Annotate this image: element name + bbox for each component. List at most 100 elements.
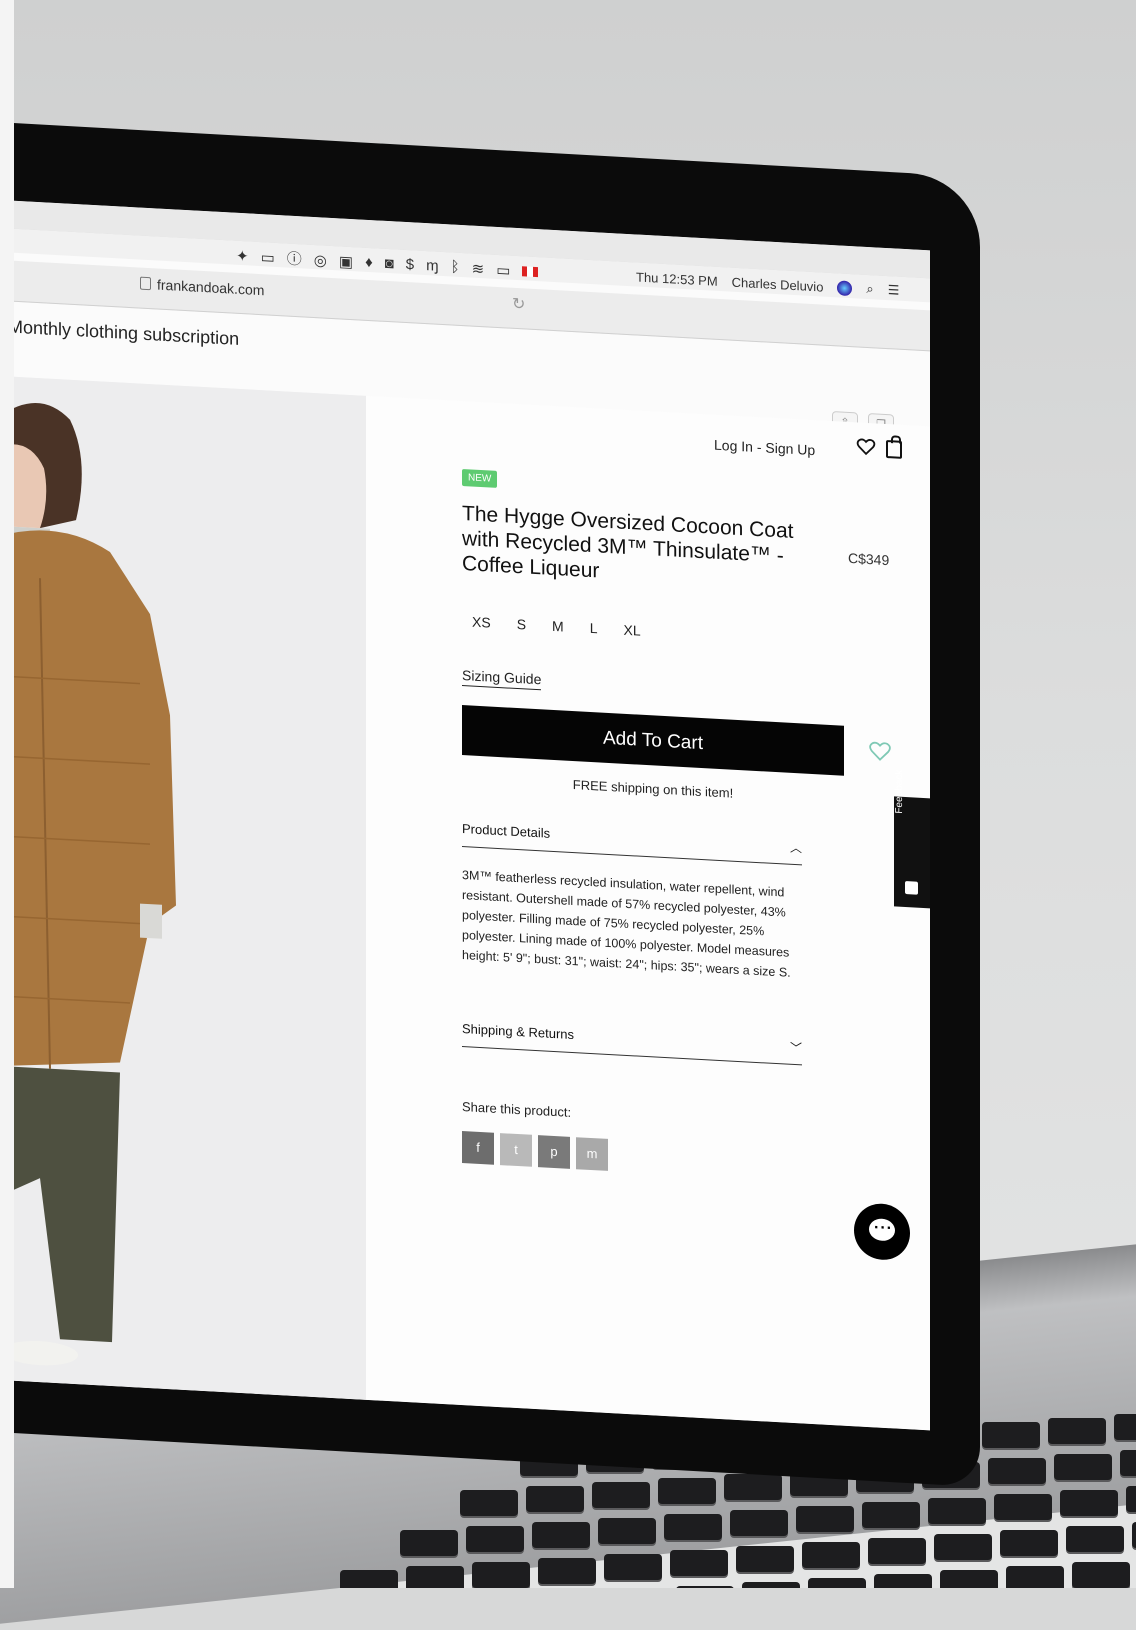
shopping-bag-icon[interactable] <box>886 439 902 459</box>
free-shipping-note: FREE shipping on this item! <box>572 777 734 801</box>
size-selector: XS S M L XL <box>472 614 641 639</box>
keyboard-key <box>598 1518 656 1544</box>
keyboard-key <box>406 1566 464 1588</box>
keyboard-key <box>472 1562 530 1588</box>
keyboard-key <box>604 1554 662 1580</box>
keyboard-key <box>1060 1490 1118 1516</box>
keyboard-key <box>988 1458 1046 1484</box>
keyboard-key <box>994 1494 1052 1520</box>
notification-center-icon[interactable]: ☰ <box>888 282 900 299</box>
spotlight-search-icon[interactable]: ⌕ <box>866 281 873 297</box>
sizing-guide-link[interactable]: Sizing Guide <box>462 667 542 691</box>
left-edge <box>0 0 14 1588</box>
shipping-returns-accordion[interactable]: Shipping & Returns ﹀ <box>462 1021 802 1066</box>
size-option-xl[interactable]: XL <box>624 622 641 639</box>
keyboard-key <box>1000 1530 1058 1556</box>
feedback-label: Feedback <box>894 769 905 814</box>
product-details-heading: Product Details <box>462 821 551 841</box>
bluetooth-icon[interactable]: ᛒ <box>451 258 460 275</box>
app-icon[interactable]: ▣ <box>339 252 353 271</box>
feedback-tab[interactable]: Feedback <box>894 769 930 909</box>
keyboard-key <box>1072 1562 1130 1588</box>
keyboard-key <box>670 1550 728 1576</box>
keyboard-key <box>868 1538 926 1564</box>
share-buttons: f t p m <box>462 1131 608 1171</box>
size-option-m[interactable]: M <box>552 618 564 635</box>
site-header-text[interactable]: Monthly clothing subscription <box>8 316 239 350</box>
keyboard-key <box>928 1498 986 1524</box>
size-option-s[interactable]: S <box>517 616 526 633</box>
menubar-clock[interactable]: Thu 12:53 PM <box>636 269 718 288</box>
password-icon[interactable]: ⓘ <box>287 248 302 270</box>
display-icon[interactable]: ▭ <box>261 248 275 267</box>
url-text: frankandoak.com <box>157 276 265 299</box>
keyboard-key <box>400 1530 458 1556</box>
keyboard-key <box>532 1522 590 1548</box>
chevron-down-icon: ﹀ <box>789 1040 802 1056</box>
keyboard-key <box>466 1526 524 1552</box>
size-option-xs[interactable]: XS <box>472 614 491 631</box>
keyboard-key <box>658 1478 716 1504</box>
email-share-icon[interactable]: m <box>576 1137 608 1171</box>
menubar-user[interactable]: Charles Deluvio <box>732 274 824 294</box>
shipping-returns-heading: Shipping & Returns <box>462 1021 575 1043</box>
keyboard-key <box>538 1558 596 1584</box>
keyboard-key <box>1048 1418 1106 1444</box>
wifi-icon[interactable]: ≋ <box>472 259 485 278</box>
lock-icon <box>140 276 151 291</box>
chat-button[interactable]: ··· <box>854 1202 910 1262</box>
keyboard-key <box>874 1574 932 1588</box>
chat-icon: ··· <box>874 1219 893 1238</box>
size-option-l[interactable]: L <box>590 620 598 636</box>
product-photo[interactable] <box>0 376 366 1400</box>
keyboard-key <box>526 1486 584 1512</box>
keyboard-key <box>340 1570 398 1588</box>
dollar-icon[interactable]: $ <box>406 256 414 273</box>
keyboard-key <box>1006 1566 1064 1588</box>
product-details-accordion[interactable]: Product Details ︿ <box>462 821 802 866</box>
facebook-share-icon[interactable]: f <box>462 1131 494 1165</box>
keyboard-key <box>460 1490 518 1516</box>
keyboard-key <box>742 1582 800 1588</box>
camera-icon[interactable]: ◙ <box>385 255 394 272</box>
siri-icon[interactable] <box>837 279 853 296</box>
dropbox-icon[interactable]: ✦ <box>236 246 249 265</box>
canada-flag-icon[interactable] <box>522 265 539 277</box>
add-to-cart-button[interactable]: Add To Cart <box>462 705 844 776</box>
keyboard-key <box>796 1506 854 1532</box>
keyboard-key <box>940 1570 998 1588</box>
login-signup-link[interactable]: Log In - Sign Up <box>714 437 815 458</box>
keyboard-key <box>664 1514 722 1540</box>
keyboard-key <box>802 1542 860 1568</box>
feedback-icon <box>905 881 918 895</box>
add-to-wishlist-icon[interactable] <box>868 739 892 764</box>
location-icon[interactable]: ♦ <box>365 254 373 271</box>
product-title: The Hygge Oversized Cocoon Coat with Rec… <box>462 502 794 583</box>
wishlist-heart-icon[interactable] <box>856 436 876 457</box>
product-price: C$349 <box>848 549 890 569</box>
keyboard-key <box>808 1578 866 1588</box>
share-label: Share this product: <box>462 1099 572 1120</box>
pinterest-share-icon[interactable]: p <box>538 1135 570 1169</box>
keyboard-key <box>934 1534 992 1560</box>
product-details-text: 3M™ featherless recycled insulation, wat… <box>462 868 791 980</box>
keyboard-key <box>862 1502 920 1528</box>
keyboard-key <box>1066 1526 1124 1552</box>
cloud-icon[interactable]: ◎ <box>314 250 327 269</box>
keyboard-key <box>1120 1450 1136 1476</box>
keyboard-key <box>592 1482 650 1508</box>
chevron-up-icon: ︿ <box>789 840 802 856</box>
url-display[interactable]: frankandoak.com <box>140 276 265 299</box>
keyboard-key <box>1132 1522 1136 1548</box>
product-panel: Log In - Sign Up NEW The Hygge Oversized… <box>366 395 930 1431</box>
model-photo <box>0 376 366 1400</box>
keyboard-key <box>724 1474 782 1500</box>
reload-icon[interactable]: ↻ <box>512 294 525 315</box>
keyboard-key <box>1114 1414 1136 1440</box>
battery-icon[interactable]: ▭ <box>496 260 510 279</box>
keyboard-key <box>982 1422 1040 1448</box>
keyboard-key <box>1054 1454 1112 1480</box>
keyboard-key <box>736 1546 794 1572</box>
script-icon[interactable]: ɱ <box>426 257 439 275</box>
twitter-share-icon[interactable]: t <box>500 1133 532 1167</box>
